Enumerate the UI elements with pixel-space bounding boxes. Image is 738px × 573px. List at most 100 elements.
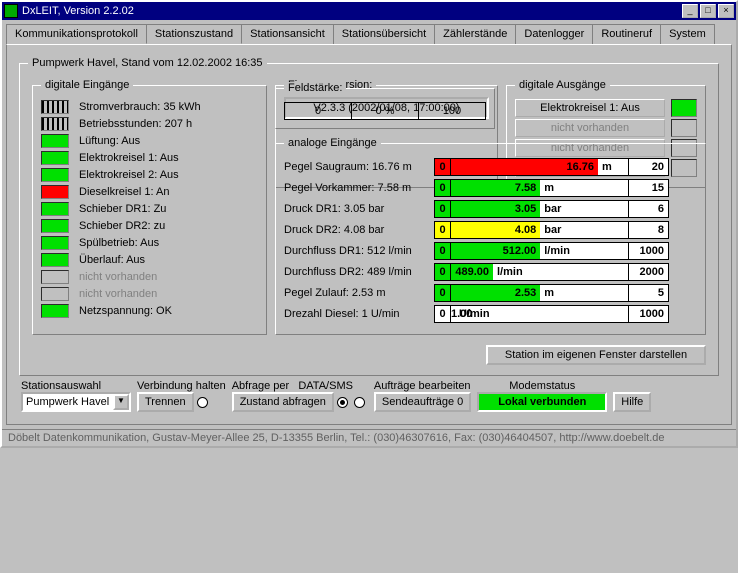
digout-button[interactable]: Elektrokreisel 1: Aus — [515, 99, 665, 117]
station-combo-value: Pumpwerk Havel — [23, 396, 113, 408]
tab-system[interactable]: System — [660, 24, 715, 44]
verbindung-radio[interactable] — [197, 397, 208, 408]
titlebar: DxLEIT, Version 2.2.02 _ □ × — [2, 2, 736, 20]
tab-zählerstände[interactable]: Zählerstände — [434, 24, 516, 44]
bar-max: 2000 — [628, 264, 668, 280]
analog-item: Pegel Saugraum: 16.76 m016.76m20 — [284, 158, 697, 176]
status-lamp — [41, 185, 69, 199]
bar-unit: U/min — [455, 306, 628, 322]
status-lamp — [671, 99, 697, 117]
bar-min: 0 — [435, 201, 451, 217]
analog-item: Druck DR1: 3.05 bar03.05bar6 — [284, 200, 697, 218]
hilfe-button[interactable]: Hilfe — [613, 392, 651, 412]
analog-bar: 01.00U/min1000 — [434, 305, 669, 323]
bar-max: 1000 — [628, 243, 668, 259]
stationsauswahl-label: Stationsauswahl — [21, 380, 131, 392]
status-lamp — [41, 117, 69, 131]
digin-label: Überlauf: Aus — [79, 254, 145, 266]
digin-item: nicht vorhanden — [41, 287, 258, 301]
bar-min: 0 — [435, 264, 451, 280]
status-lamp — [671, 119, 697, 137]
bar-value: 4.08 — [451, 222, 540, 238]
minimize-button[interactable]: _ — [682, 4, 698, 18]
station-group: Pumpwerk Havel, Stand vom 12.02.2002 16:… — [19, 57, 719, 376]
bar-value: 7.58 — [451, 180, 540, 196]
analog-item: Drezahl Diesel: 1 U/min01.00U/min1000 — [284, 305, 697, 323]
abfrage-label: Abfrage per — [232, 380, 289, 392]
digin-label: Spülbetrieb: Aus — [79, 237, 159, 249]
datasms-label: DATA/SMS — [298, 380, 353, 392]
digin-label: Schieber DR1: Zu — [79, 203, 166, 215]
tab-kommunikationsprotokoll[interactable]: Kommunikationsprotokoll — [6, 24, 147, 44]
close-button[interactable]: × — [718, 4, 734, 18]
analog-inputs-group: analoge Eingänge Pegel Saugraum: 16.76 m… — [275, 137, 706, 335]
modem-status: Lokal verbunden — [477, 392, 607, 412]
tab-stationsansicht[interactable]: Stationsansicht — [241, 24, 334, 44]
trennen-button[interactable]: Trennen — [137, 392, 194, 412]
tab-routineruf[interactable]: Routineruf — [592, 24, 661, 44]
analog-item: Druck DR2: 4.08 bar04.08bar8 — [284, 221, 697, 239]
tab-stationszustand[interactable]: Stationszustand — [146, 24, 242, 44]
analog-inputs-title: analoge Eingänge — [284, 137, 381, 149]
status-lamp — [41, 287, 69, 301]
digin-item: Elektrokreisel 2: Aus — [41, 168, 258, 182]
bar-min: 0 — [435, 159, 451, 175]
bar-unit: l/min — [540, 243, 628, 259]
digin-label: Dieselkreisel 1: An — [79, 186, 170, 198]
bar-unit: m — [540, 285, 628, 301]
analog-bar: 0512.00l/min1000 — [434, 242, 669, 260]
data-radio[interactable] — [337, 397, 348, 408]
zustand-button[interactable]: Zustand abfragen — [232, 392, 334, 412]
digin-label: nicht vorhanden — [79, 271, 157, 283]
digital-inputs-group: digitale Eingänge Stromverbrauch: 35 kWh… — [32, 79, 267, 335]
digin-item: Elektrokreisel 1: Aus — [41, 151, 258, 165]
digin-label: Elektrokreisel 2: Aus — [79, 169, 179, 181]
analog-bar: 03.05bar6 — [434, 200, 669, 218]
digin-label: Elektrokreisel 1: Aus — [79, 152, 179, 164]
sendeauftraege-button[interactable]: Sendeaufträge 0 — [374, 392, 471, 412]
tab-stationsübersicht[interactable]: Stationsübersicht — [333, 24, 435, 44]
digin-item: Schieber DR1: Zu — [41, 202, 258, 216]
analog-label: Druck DR1: 3.05 bar — [284, 203, 434, 215]
own-window-button[interactable]: Station im eigenen Fenster darstellen — [486, 345, 706, 365]
status-lamp — [41, 168, 69, 182]
chevron-down-icon[interactable]: ▼ — [113, 394, 129, 410]
digin-label: Schieber DR2: zu — [79, 220, 165, 232]
bar-max: 20 — [628, 159, 668, 175]
fs-max: 100 — [419, 103, 485, 119]
app-icon — [4, 4, 18, 18]
analog-bar: 0489.00l/min2000 — [434, 263, 669, 281]
verbindung-label: Verbindung halten — [137, 380, 226, 392]
status-lamp — [41, 304, 69, 318]
bar-min: 0 — [435, 180, 451, 196]
digin-label: nicht vorhanden — [79, 288, 157, 300]
analog-label: Durchfluss DR2: 489 l/min — [284, 266, 434, 278]
bar-max: 5 — [628, 285, 668, 301]
digin-item: Schieber DR2: zu — [41, 219, 258, 233]
analog-label: Drezahl Diesel: 1 U/min — [284, 308, 434, 320]
maximize-button[interactable]: □ — [700, 4, 716, 18]
analog-label: Durchfluss DR1: 512 l/min — [284, 245, 434, 257]
analog-bar: 04.08bar8 — [434, 221, 669, 239]
digin-item: Dieselkreisel 1: An — [41, 185, 258, 199]
bar-unit: bar — [540, 201, 628, 217]
bar-unit: m — [598, 159, 628, 175]
bar-max: 8 — [628, 222, 668, 238]
sms-radio[interactable] — [354, 397, 365, 408]
digin-label: Lüftung: Aus — [79, 135, 140, 147]
fieldstrength-bar: 0 0 % 100 — [284, 102, 486, 120]
digin-item: Lüftung: Aus — [41, 134, 258, 148]
bar-unit: m — [540, 180, 628, 196]
tab-datenlogger[interactable]: Datenlogger — [515, 24, 593, 44]
fs-min: 0 — [285, 103, 352, 119]
fs-pct: 0 % — [352, 103, 419, 119]
bar-unit: l/min — [493, 264, 628, 280]
digin-item: nicht vorhanden — [41, 270, 258, 284]
station-combo[interactable]: Pumpwerk Havel ▼ — [21, 392, 131, 412]
analog-label: Pegel Saugraum: 16.76 m — [284, 161, 434, 173]
analog-item: Pegel Zulauf: 2.53 m02.53m5 — [284, 284, 697, 302]
digout-button[interactable]: nicht vorhanden — [515, 119, 665, 137]
analog-bar: 016.76m20 — [434, 158, 669, 176]
analog-label: Druck DR2: 4.08 bar — [284, 224, 434, 236]
digin-label: Stromverbrauch: 35 kWh — [79, 101, 201, 113]
